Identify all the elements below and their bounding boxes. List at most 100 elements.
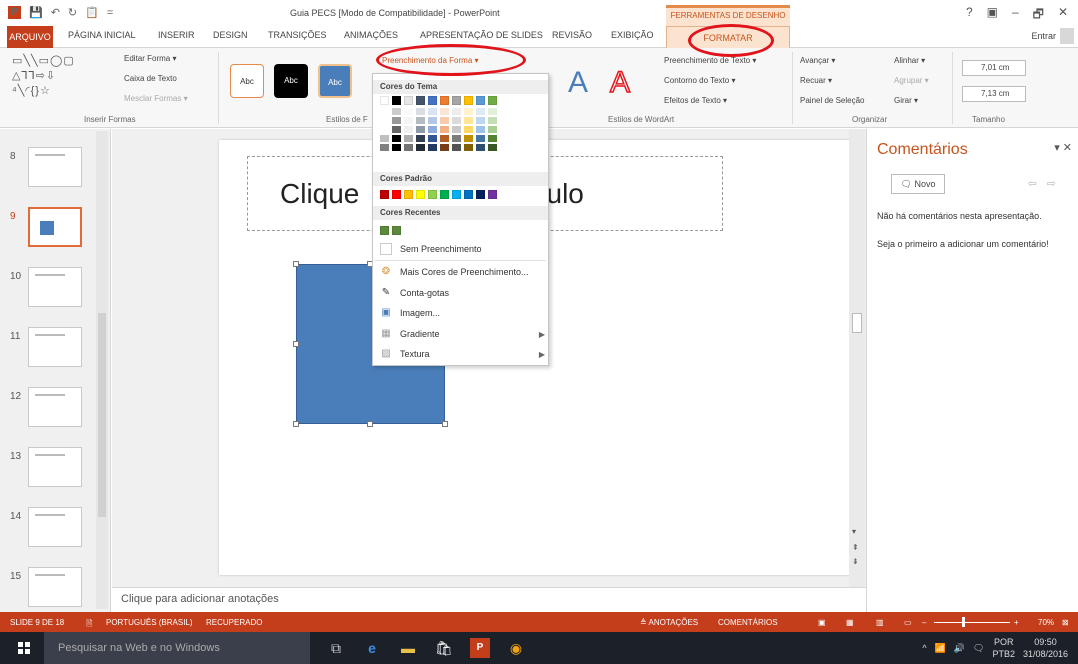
theme-shade-swatch[interactable] [392, 135, 401, 142]
theme-shade-swatch[interactable] [440, 135, 449, 142]
theme-color-swatch[interactable] [476, 96, 485, 105]
theme-shade-swatch[interactable] [404, 126, 413, 133]
windows-start-icon[interactable] [18, 642, 30, 654]
customize-qat-icon[interactable]: = [107, 7, 113, 19]
ribbon-display-options-icon[interactable]: ▣ [987, 5, 998, 26]
tab-view[interactable]: EXIBIÇÃO [611, 30, 654, 40]
tab-animations[interactable]: ANIMAÇÕES [344, 30, 398, 40]
theme-color-swatch[interactable] [392, 96, 401, 105]
new-comment-button[interactable]: 🗨 Novo [891, 174, 945, 194]
theme-shade-swatch[interactable] [440, 126, 449, 133]
undo-icon[interactable]: ↶ [51, 6, 60, 19]
language-status[interactable]: PORTUGUÊS (BRASIL) [106, 618, 193, 627]
chrome-icon[interactable]: ◉ [506, 638, 526, 658]
theme-shade-swatch[interactable] [380, 126, 389, 133]
theme-shade-swatch[interactable] [428, 108, 437, 115]
file-explorer-icon[interactable]: ▬ [398, 638, 418, 658]
save-icon[interactable]: 💾 [29, 6, 43, 19]
rotate-button[interactable]: Girar ▾ [894, 96, 918, 105]
selection-pane-button[interactable]: Painel de Seleção [800, 96, 865, 105]
standard-color-swatch[interactable] [416, 190, 425, 199]
slideshow-view-icon[interactable]: ▭ [904, 618, 912, 627]
scrollbar-thumb[interactable] [852, 313, 862, 333]
theme-shade-swatch[interactable] [416, 108, 425, 115]
theme-shade-swatch[interactable] [476, 144, 485, 151]
notification-icon[interactable]: 🗨 [973, 643, 984, 654]
close-button[interactable]: ✕ [1058, 5, 1068, 26]
theme-shade-swatch[interactable] [404, 117, 413, 124]
theme-color-swatch[interactable] [404, 96, 413, 105]
theme-shade-swatch[interactable] [488, 108, 497, 115]
theme-shade-swatch[interactable] [464, 135, 473, 142]
theme-shade-swatch[interactable] [392, 108, 401, 115]
normal-view-icon[interactable]: ▣ [818, 618, 826, 627]
theme-shade-swatch[interactable] [488, 144, 497, 151]
slide-thumbnail[interactable] [28, 387, 82, 427]
theme-shade-swatch[interactable] [380, 144, 389, 151]
store-icon[interactable]: 🛍 [434, 638, 454, 658]
theme-shade-swatch[interactable] [392, 126, 401, 133]
zoom-slider[interactable] [934, 622, 1010, 623]
next-slide-icon[interactable]: ⇟ [852, 557, 859, 566]
standard-color-swatch[interactable] [464, 190, 473, 199]
theme-shade-swatch[interactable] [392, 117, 401, 124]
theme-shade-swatch[interactable] [464, 117, 473, 124]
fit-slide-icon[interactable]: ⊠ [1062, 618, 1069, 627]
shapes-gallery[interactable]: ▭╲╲▭◯▢ △⅂⅂⇨⇩ ⁴╲◜{}☆ [12, 54, 118, 102]
zoom-in-icon[interactable]: + [1014, 618, 1019, 627]
theme-shade-swatch[interactable] [380, 108, 389, 115]
theme-shade-swatch[interactable] [452, 117, 461, 124]
theme-shade-swatch[interactable] [404, 135, 413, 142]
standard-color-swatch[interactable] [404, 190, 413, 199]
theme-shade-swatch[interactable] [488, 126, 497, 133]
tab-home[interactable]: PÁGINA INICIAL [68, 30, 136, 40]
network-icon[interactable]: 📶 [935, 643, 946, 654]
theme-color-swatch[interactable] [464, 96, 473, 105]
tab-transitions[interactable]: TRANSIÇÕES [268, 30, 327, 40]
reading-view-icon[interactable]: ▥ [876, 618, 884, 627]
show-hidden-icons-icon[interactable]: ^ [922, 643, 926, 653]
shape-style-white[interactable]: Abc [230, 64, 264, 98]
resize-handle[interactable] [442, 421, 448, 427]
theme-shade-swatch[interactable] [428, 117, 437, 124]
no-fill-item[interactable]: Sem Preenchimento [380, 239, 545, 259]
theme-shade-swatch[interactable] [452, 108, 461, 115]
slide-thumbnail[interactable] [28, 447, 82, 487]
bring-forward-button[interactable]: Avançar ▾ [800, 56, 835, 65]
theme-shade-swatch[interactable] [452, 135, 461, 142]
theme-shade-swatch[interactable] [476, 135, 485, 142]
tab-design[interactable]: DESIGN [213, 30, 248, 40]
volume-icon[interactable]: 🔊 [954, 643, 965, 654]
send-backward-button[interactable]: Recuar ▾ [800, 76, 832, 85]
slide-thumbnail[interactable] [28, 567, 82, 607]
theme-shade-swatch[interactable] [428, 135, 437, 142]
powerpoint-taskbar-icon[interactable]: P [470, 638, 490, 658]
theme-shade-swatch[interactable] [476, 126, 485, 133]
more-fill-colors-item[interactable]: ❂ Mais Cores de Preenchimento... [380, 262, 545, 282]
scrollbar-thumb[interactable] [98, 313, 106, 517]
gradient-item[interactable]: ▦ Gradiente ▶ [380, 324, 545, 344]
text-outline-button[interactable]: Contorno do Texto ▾ [664, 76, 735, 85]
tab-insert[interactable]: INSERIR [158, 30, 195, 40]
previous-comment-icon[interactable]: ⇦ [1028, 177, 1037, 190]
help-icon[interactable]: ? [966, 5, 973, 26]
input-language[interactable]: POR PTB2 [992, 636, 1015, 660]
align-button[interactable]: Alinhar ▾ [894, 56, 925, 65]
clock[interactable]: 09:50 31/08/2016 [1023, 636, 1068, 660]
start-from-beginning-icon[interactable]: 📋 [85, 6, 99, 19]
theme-shade-swatch[interactable] [440, 108, 449, 115]
texture-item[interactable]: ▨ Textura ▶ [380, 344, 545, 364]
resize-handle[interactable] [293, 421, 299, 427]
standard-color-swatch[interactable] [428, 190, 437, 199]
zoom-level[interactable]: 70% [1038, 618, 1054, 627]
comments-toggle-button[interactable]: COMENTÁRIOS [718, 618, 778, 627]
theme-shade-swatch[interactable] [404, 144, 413, 151]
redo-icon[interactable]: ↻ [68, 6, 77, 19]
taskbar-search-input[interactable]: Pesquisar na Web e no Windows [44, 632, 310, 664]
shape-height-input[interactable]: 7,01 cm [962, 60, 1026, 76]
next-comment-icon[interactable]: ⇨ [1047, 177, 1056, 190]
theme-shade-swatch[interactable] [428, 144, 437, 151]
zoom-slider-knob[interactable] [962, 617, 965, 627]
theme-shade-swatch[interactable] [440, 144, 449, 151]
theme-shade-swatch[interactable] [416, 126, 425, 133]
